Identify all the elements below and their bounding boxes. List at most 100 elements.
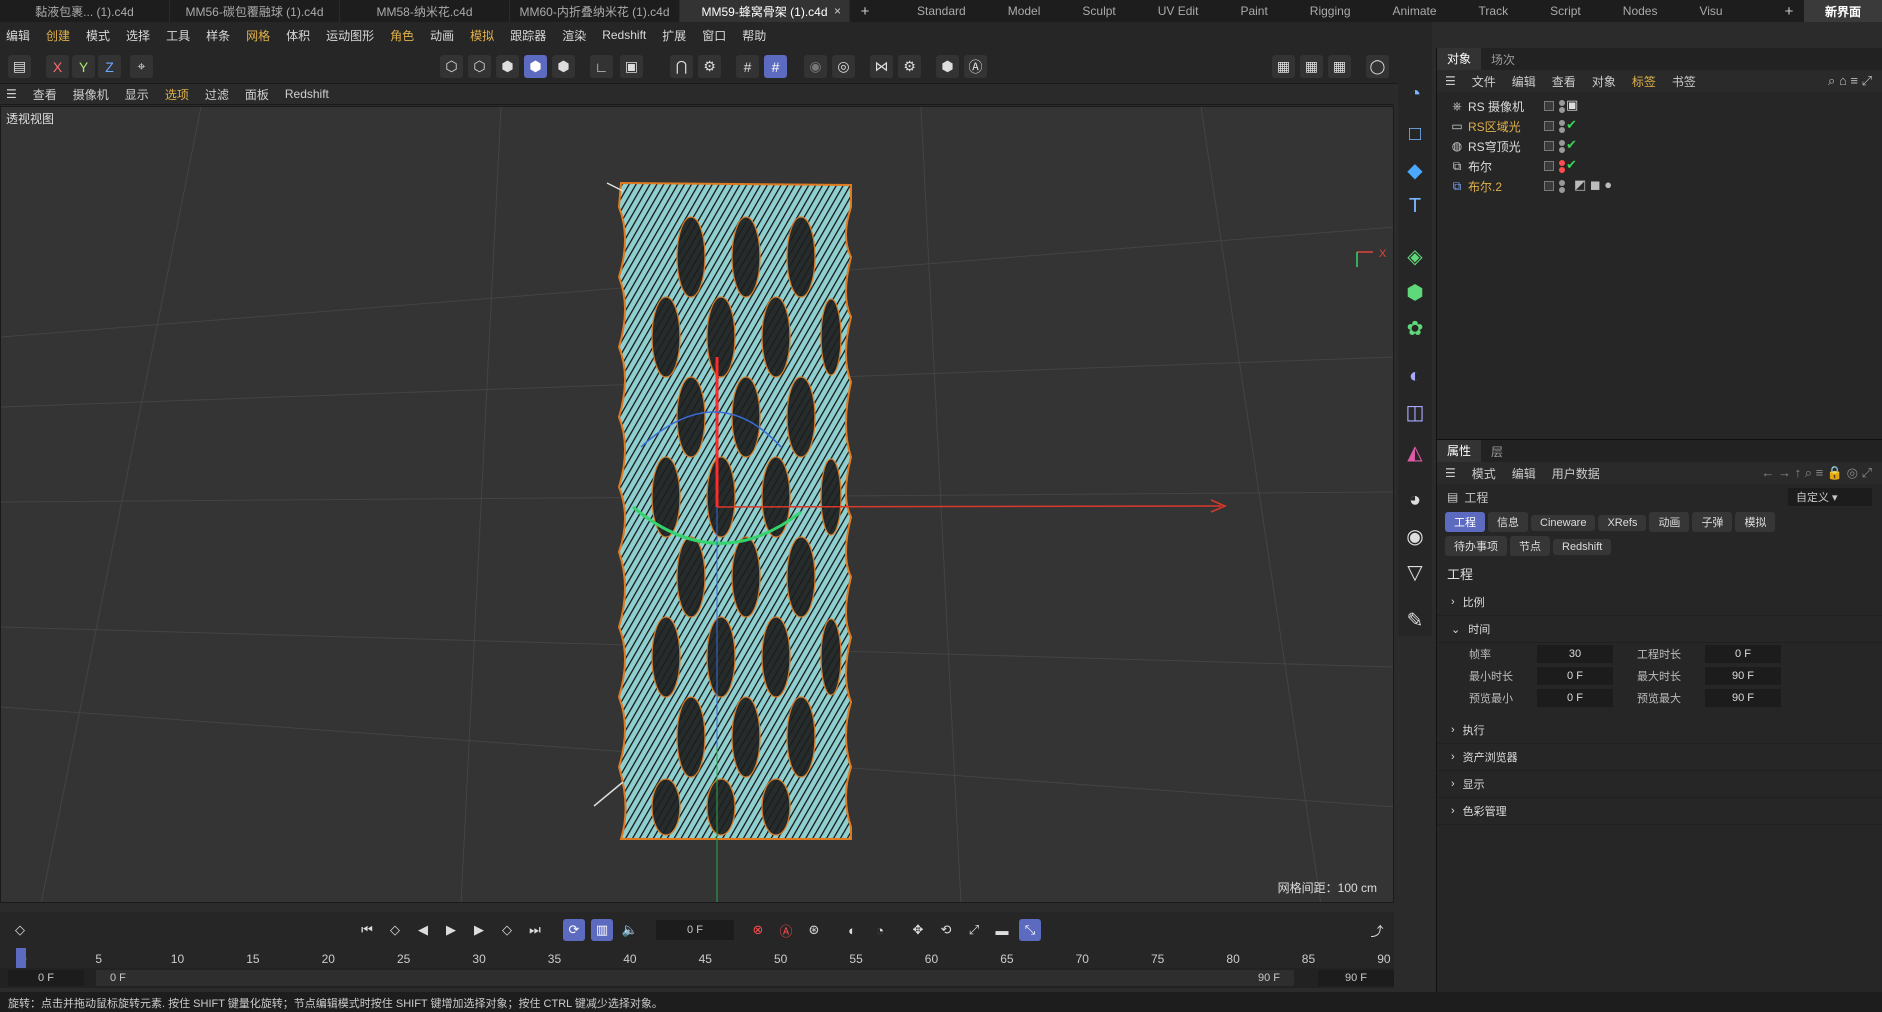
enabled-check-icon[interactable]: ✔ — [1566, 157, 1577, 173]
attr-section[interactable]: › 执行 — [1437, 717, 1882, 744]
coordinate-system-icon[interactable]: ⌖ — [130, 55, 153, 78]
material-icon[interactable]: ⬢ — [936, 55, 959, 78]
viewport-menu-item[interactable]: Redshift — [285, 87, 329, 101]
expand-chevron-icon[interactable]: › — [1451, 596, 1455, 608]
keyframe-selection-icon[interactable]: ⊛ — [803, 919, 825, 941]
loop-icon[interactable]: ⟳ — [563, 919, 585, 941]
viewport-menu-item[interactable]: 过滤 — [205, 86, 229, 103]
start-frame-field[interactable]: 0 F — [8, 970, 84, 986]
attr-section[interactable]: › 资产浏览器 — [1437, 744, 1882, 771]
attr-tab-button[interactable]: 信息 — [1488, 512, 1528, 532]
expand-chevron-icon[interactable]: › — [1451, 724, 1455, 736]
attr-tab-button[interactable]: XRefs — [1598, 515, 1647, 531]
object-row[interactable]: ⧉ 布尔 ✔ — [1449, 156, 1882, 176]
viewport-menu-item[interactable]: 显示 — [125, 86, 149, 103]
add-layout-icon[interactable]: + — [1774, 0, 1804, 22]
uv-mode-icon[interactable]: ∟ — [590, 55, 613, 78]
symmetry-settings-icon[interactable]: ⚙ — [898, 55, 921, 78]
viewport-menu-item[interactable]: 选项 — [165, 86, 189, 103]
file-tab[interactable]: MM58-纳米花.c4d — [340, 0, 510, 22]
attr-section[interactable]: › 显示 — [1437, 771, 1882, 798]
render-view-icon[interactable]: ▦ — [1272, 55, 1295, 78]
cloner-icon[interactable]: ⬢ — [1401, 278, 1429, 306]
rs-camera-tag-icon[interactable]: ▣ — [1566, 97, 1578, 113]
polygons-mode-icon[interactable]: ⬢ — [496, 55, 519, 78]
keyframe-icon[interactable]: ◇ — [9, 919, 31, 941]
spline-icon[interactable]: □ — [1401, 120, 1429, 148]
attr-tab-button[interactable]: 节点 — [1510, 536, 1550, 556]
render-visibility-dot[interactable] — [1559, 127, 1565, 133]
grid-snap-icon[interactable]: # — [736, 55, 759, 78]
file-tab[interactable]: MM60-内折叠纳米花 (1).c4d — [510, 0, 680, 22]
solo-icon[interactable]: ◉ — [804, 55, 827, 78]
attr-section[interactable]: › 色彩管理 — [1437, 798, 1882, 825]
end-frame-field[interactable]: 90 F — [1318, 970, 1394, 986]
render-picture-viewer-icon[interactable]: ▦ — [1300, 55, 1323, 78]
attr-section[interactable]: › 比例 — [1437, 589, 1882, 616]
file-tab[interactable]: MM59-蜂窝骨架 (1).c4d × — [680, 0, 850, 22]
attr-tab-button[interactable]: 模拟 — [1735, 512, 1776, 532]
perspective-viewport[interactable]: X 透视视图 网格间距：100 cm ✋ ⇕ ⟳ ◫ — [0, 106, 1394, 903]
playhead[interactable] — [16, 948, 26, 968]
axis-z-lock[interactable]: Z — [98, 55, 121, 78]
expand-chevron-icon[interactable]: › — [1451, 778, 1455, 790]
layout-tab-animate[interactable]: Animate — [1372, 0, 1458, 22]
field-value[interactable]: 30 — [1537, 645, 1613, 663]
menu-item[interactable]: 扩展 — [662, 27, 686, 44]
attr-nav-icons[interactable]: ← → ↑ ⌕ ≡ 🔒 ◎ ⤢ — [1761, 465, 1872, 481]
attr-tab-button[interactable]: Cineware — [1531, 515, 1596, 531]
redshift-ipr-icon[interactable]: ◯ — [1366, 55, 1389, 78]
model-mode-icon[interactable]: ⬢ — [524, 55, 547, 78]
file-tab[interactable]: MM56-碳包覆融球 (1).c4d — [170, 0, 340, 22]
next-key-icon[interactable]: ◇ — [496, 919, 518, 941]
solo-hierarchy-icon[interactable]: ◎ — [832, 55, 855, 78]
objects-menu-file[interactable]: 文件 — [1472, 73, 1496, 90]
menu-item[interactable]: 选择 — [126, 27, 150, 44]
new-tab-icon[interactable]: + — [850, 0, 880, 22]
objects-menu-bookmarks[interactable]: 书签 — [1672, 73, 1696, 90]
menu-item[interactable]: 模拟 — [470, 27, 494, 44]
prev-frame-icon[interactable]: ◀ — [412, 919, 434, 941]
prev-key-icon[interactable]: ◇ — [384, 919, 406, 941]
attr-tab-button[interactable]: 动画 — [1649, 512, 1690, 532]
field-value[interactable]: 0 F — [1705, 645, 1781, 663]
viewport-menu-item[interactable]: 查看 — [33, 86, 57, 103]
object-row[interactable]: ◍ RS穹顶光 ✔ — [1449, 136, 1882, 156]
layout-tab-rigging[interactable]: Rigging — [1289, 0, 1372, 22]
objects-menu-view[interactable]: 查看 — [1552, 73, 1576, 90]
play-icon[interactable]: ▶ — [440, 919, 462, 941]
record-scale-icon[interactable]: ⤢ — [963, 919, 985, 941]
field-value[interactable]: 0 F — [1537, 667, 1613, 685]
field-value[interactable]: 0 F — [1537, 689, 1613, 707]
go-to-end-icon[interactable]: ⏭ — [524, 919, 546, 941]
object-row[interactable]: ▭ RS区域光 ✔ — [1449, 116, 1882, 136]
menu-item[interactable]: 角色 — [390, 27, 414, 44]
camera-object-icon[interactable]: ◉ — [1401, 522, 1429, 550]
editor-visibility-dot[interactable] — [1559, 160, 1565, 166]
record-rotation-icon[interactable]: ⟲ — [935, 919, 957, 941]
menu-item[interactable]: 创建 — [46, 27, 70, 44]
axis-x-lock[interactable]: X — [46, 55, 69, 78]
texture-mode-icon[interactable]: ▣ — [620, 55, 643, 78]
visibility-toggle[interactable] — [1544, 181, 1554, 191]
layout-tab-standard[interactable]: Standard — [896, 0, 987, 22]
timeline-icon[interactable]: ◔ — [869, 919, 891, 941]
attr-menu-userdata[interactable]: 用户数据 — [1552, 465, 1600, 482]
viewport-menu-icon[interactable]: ☰ — [6, 87, 17, 101]
tab-objects[interactable]: 对象 — [1437, 48, 1482, 70]
light-icon[interactable]: ▽ — [1401, 558, 1429, 586]
attr-tab-button[interactable]: 工程 — [1445, 512, 1485, 532]
points-mode-icon[interactable]: ⬡ — [440, 55, 463, 78]
edges-mode-icon[interactable]: ⬡ — [468, 55, 491, 78]
menu-item[interactable]: 渲染 — [562, 27, 586, 44]
expand-chevron-icon[interactable]: › — [1451, 751, 1455, 763]
expand-chevron-icon[interactable]: › — [1451, 805, 1455, 817]
symmetry-icon[interactable]: ⋈ — [870, 55, 893, 78]
material-tag-icon[interactable]: ◩ ◼ ● — [1574, 177, 1612, 193]
render-settings-icon[interactable]: ▦ — [1328, 55, 1351, 78]
go-to-start-icon[interactable]: ⏮ — [356, 919, 378, 941]
visibility-toggle[interactable] — [1544, 121, 1554, 131]
attr-menu-edit[interactable]: 编辑 — [1512, 465, 1536, 482]
deformer-icon[interactable]: ◐ — [1401, 362, 1429, 390]
expand-chevron-icon[interactable]: ⌄ — [1451, 623, 1460, 636]
